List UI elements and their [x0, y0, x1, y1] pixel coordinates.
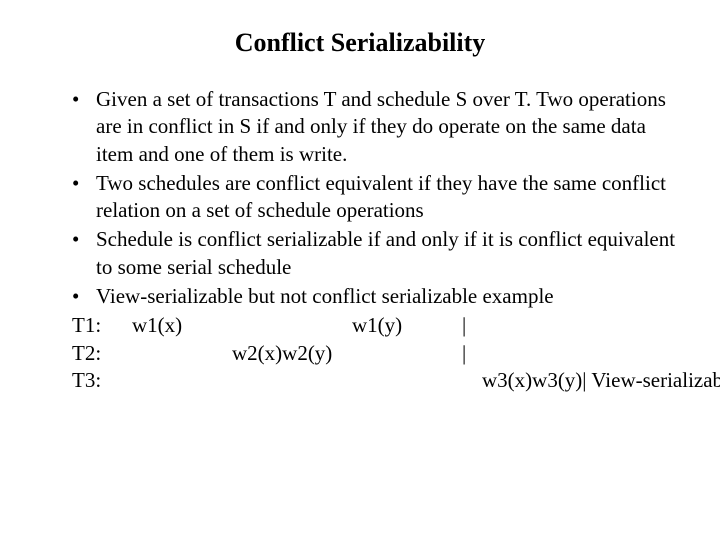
schedule-example: T1: w1(x) w1(y) | T2: w2(x)w2(y) | T3: w…: [72, 312, 680, 394]
schedule-cell: w2(x)w2(y): [232, 340, 352, 367]
schedule-cell: [132, 367, 232, 394]
schedule-cell: [232, 367, 352, 394]
schedule-trail: w3(x)w3(y)| View-serializable: [482, 367, 720, 394]
schedule-cell: [232, 312, 352, 339]
schedule-cell: [132, 340, 232, 367]
bullet-item: Schedule is conflict serializable if and…: [72, 226, 680, 281]
bullet-item: View-serializable but not conflict seria…: [72, 283, 680, 310]
schedule-bar: |: [462, 340, 482, 367]
schedule-bar: |: [462, 312, 482, 339]
schedule-cell: w1(x): [132, 312, 232, 339]
bullet-item: Given a set of transactions T and schedu…: [72, 86, 680, 168]
schedule-label: T1:: [72, 312, 132, 339]
bullet-list: Given a set of transactions T and schedu…: [72, 86, 680, 310]
schedule-row: T3: w3(x)w3(y)| View-serializable: [72, 367, 680, 394]
schedule-cell: w1(y): [352, 312, 462, 339]
slide-body: Given a set of transactions T and schedu…: [40, 86, 680, 394]
bullet-item: Two schedules are conflict equivalent if…: [72, 170, 680, 225]
page-title: Conflict Serializability: [40, 28, 680, 58]
schedule-cell: [352, 340, 462, 367]
schedule-row: T1: w1(x) w1(y) |: [72, 312, 680, 339]
schedule-cell: [352, 367, 462, 394]
schedule-row: T2: w2(x)w2(y) |: [72, 340, 680, 367]
schedule-bar: [462, 367, 482, 394]
schedule-label: T2:: [72, 340, 132, 367]
schedule-label: T3:: [72, 367, 132, 394]
